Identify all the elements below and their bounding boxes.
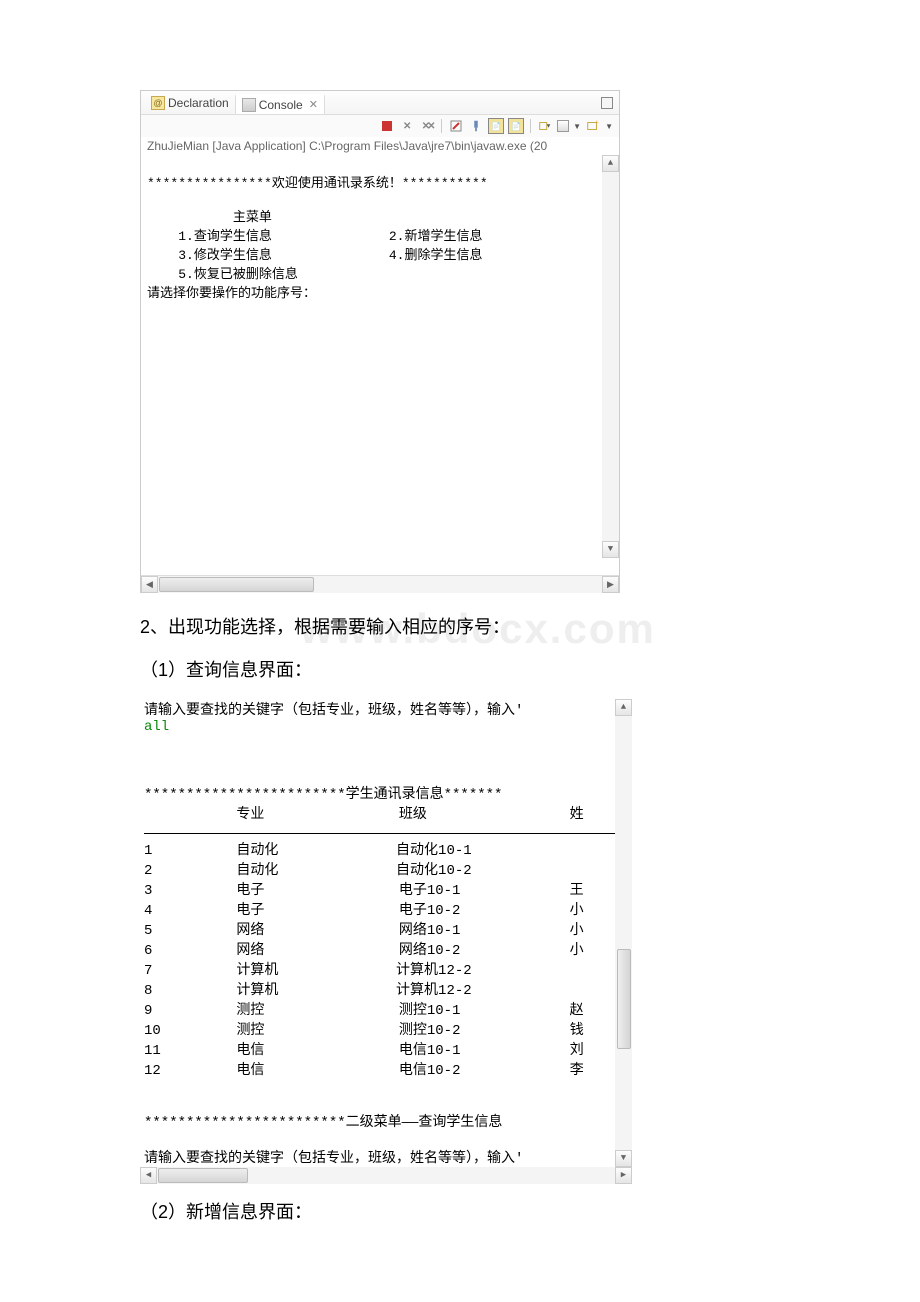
console-toolbar: ✕ ✕✕ 📄 📄 ▼ + ▼ <box>141 115 619 137</box>
dropdown-arrow-icon[interactable]: ▼ <box>605 122 613 131</box>
table-row: 1 自动化 自动化10-1 <box>144 843 472 859</box>
query-prompt-2: 请输入要查找的关键字（包括专业，班级，姓名等等），输入' <box>144 1151 523 1167</box>
query-prompt: 请输入要查找的关键字（包括专业，班级，姓名等等），输入' <box>144 703 523 719</box>
scroll-thumb[interactable] <box>617 949 631 1049</box>
menu-item-5: 5.恢复已被删除信息 <box>178 267 298 282</box>
scroll-up-icon[interactable]: ▲ <box>615 699 632 716</box>
tab-label: Console <box>259 98 303 112</box>
scroll-track[interactable] <box>157 1167 615 1184</box>
scroll-lock-icon[interactable]: 📄 <box>488 118 504 134</box>
scroll-right-icon[interactable]: ▶ <box>602 576 619 593</box>
table-row: 4 电子 电子10-2 小 <box>144 903 584 919</box>
clear-icon[interactable] <box>448 118 464 134</box>
display-selected-icon[interactable] <box>537 118 553 134</box>
menu-item-4: 4.删除学生信息 <box>389 248 483 263</box>
console-output[interactable]: ****************欢迎使用通讯录系统！*********** 主菜… <box>141 155 619 575</box>
scroll-down-icon[interactable]: ▼ <box>602 541 619 558</box>
table-row: 11 电信 电信10-1 刘 <box>144 1043 584 1059</box>
restore-icon[interactable] <box>601 97 613 109</box>
scroll-left-icon[interactable]: ◀ <box>141 576 158 593</box>
separator <box>530 119 531 133</box>
vertical-scrollbar[interactable]: ▲ ▼ <box>615 699 632 1167</box>
scroll-left-icon[interactable]: ◀ <box>140 1167 157 1184</box>
table-row: 3 电子 电子10-1 王 <box>144 883 584 899</box>
doc-step-2: 2、出现功能选择，根据需要输入相应的序号： <box>140 613 780 642</box>
menu-item-3: 3.修改学生信息 <box>178 248 272 263</box>
table-row: 10 测控 测控10-2 钱 <box>144 1023 584 1039</box>
console-select-icon[interactable] <box>557 120 569 132</box>
scroll-thumb[interactable] <box>159 577 314 592</box>
horizontal-scrollbar[interactable]: ◀ ▶ <box>141 575 619 592</box>
open-console-icon[interactable]: + <box>585 118 601 134</box>
separator <box>441 119 442 133</box>
declaration-icon: @ <box>151 96 165 110</box>
sub-menu-header: ************************二级菜单——查询学生信息 <box>144 1115 502 1131</box>
welcome-line: ****************欢迎使用通讯录系统！*********** <box>147 176 488 191</box>
table-row: 7 计算机 计算机12-2 <box>144 963 472 979</box>
table-row: 9 测控 测控10-1 赵 <box>144 1003 584 1019</box>
menu-item-1: 1.查询学生信息 <box>178 229 272 244</box>
tab-label: Declaration <box>168 96 229 110</box>
close-icon[interactable]: ✕ <box>309 98 318 111</box>
query-output[interactable]: 请输入要查找的关键字（包括专业，班级，姓名等等），输入' all *******… <box>140 699 632 1167</box>
table-row: 5 网络 网络10-1 小 <box>144 923 584 939</box>
terminate-button[interactable] <box>379 118 395 134</box>
col-name: 姓 <box>570 807 584 823</box>
tab-declaration[interactable]: @ Declaration <box>145 94 235 112</box>
svg-text:+: + <box>595 119 599 126</box>
query-results-panel: 请输入要查找的关键字（包括专业，班级，姓名等等），输入' all *******… <box>140 699 632 1184</box>
scroll-right-icon[interactable]: ▶ <box>615 1167 632 1184</box>
remove-all-button[interactable]: ✕✕ <box>419 118 435 134</box>
vertical-scrollbar[interactable]: ▲ ▼ <box>602 155 619 558</box>
menu-item-2: 2.新增学生信息 <box>389 229 483 244</box>
query-input: all <box>144 719 169 735</box>
word-wrap-icon[interactable]: 📄 <box>508 118 524 134</box>
tab-console[interactable]: Console ✕ <box>235 94 325 114</box>
pin-icon[interactable] <box>468 118 484 134</box>
remove-launch-button[interactable]: ✕ <box>399 118 415 134</box>
scroll-down-icon[interactable]: ▼ <box>615 1150 632 1167</box>
info-header: ************************学生通讯录信息******* <box>144 787 502 803</box>
dropdown-arrow-icon[interactable]: ▼ <box>573 122 581 131</box>
col-major: 专业 <box>236 807 264 823</box>
scroll-up-icon[interactable]: ▲ <box>602 155 619 172</box>
scroll-thumb[interactable] <box>158 1168 248 1183</box>
eclipse-console-panel: @ Declaration Console ✕ ✕ ✕✕ 📄 📄 ▼ + <box>140 90 620 593</box>
tab-bar: @ Declaration Console ✕ <box>141 91 619 115</box>
table-row: 6 网络 网络10-2 小 <box>144 943 584 959</box>
menu-title: 主菜单 <box>233 210 272 225</box>
table-row: 8 计算机 计算机12-2 <box>144 983 472 999</box>
col-class: 班级 <box>399 807 427 823</box>
doc-substep-2: （2）新增信息界面： <box>140 1198 780 1227</box>
console-icon <box>242 98 256 112</box>
doc-substep-1: （1）查询信息界面： <box>140 656 780 685</box>
scroll-track[interactable] <box>602 172 619 541</box>
table-row: 12 电信 电信10-2 李 <box>144 1063 584 1079</box>
scroll-track[interactable] <box>158 576 602 593</box>
menu-prompt: 请选择你要操作的功能序号： <box>147 286 316 301</box>
horizontal-scrollbar[interactable]: ◀ ▶ <box>140 1167 632 1184</box>
table-row: 2 自动化 自动化10-2 <box>144 863 472 879</box>
console-process-info: ZhuJieMian [Java Application] C:\Program… <box>141 137 619 155</box>
